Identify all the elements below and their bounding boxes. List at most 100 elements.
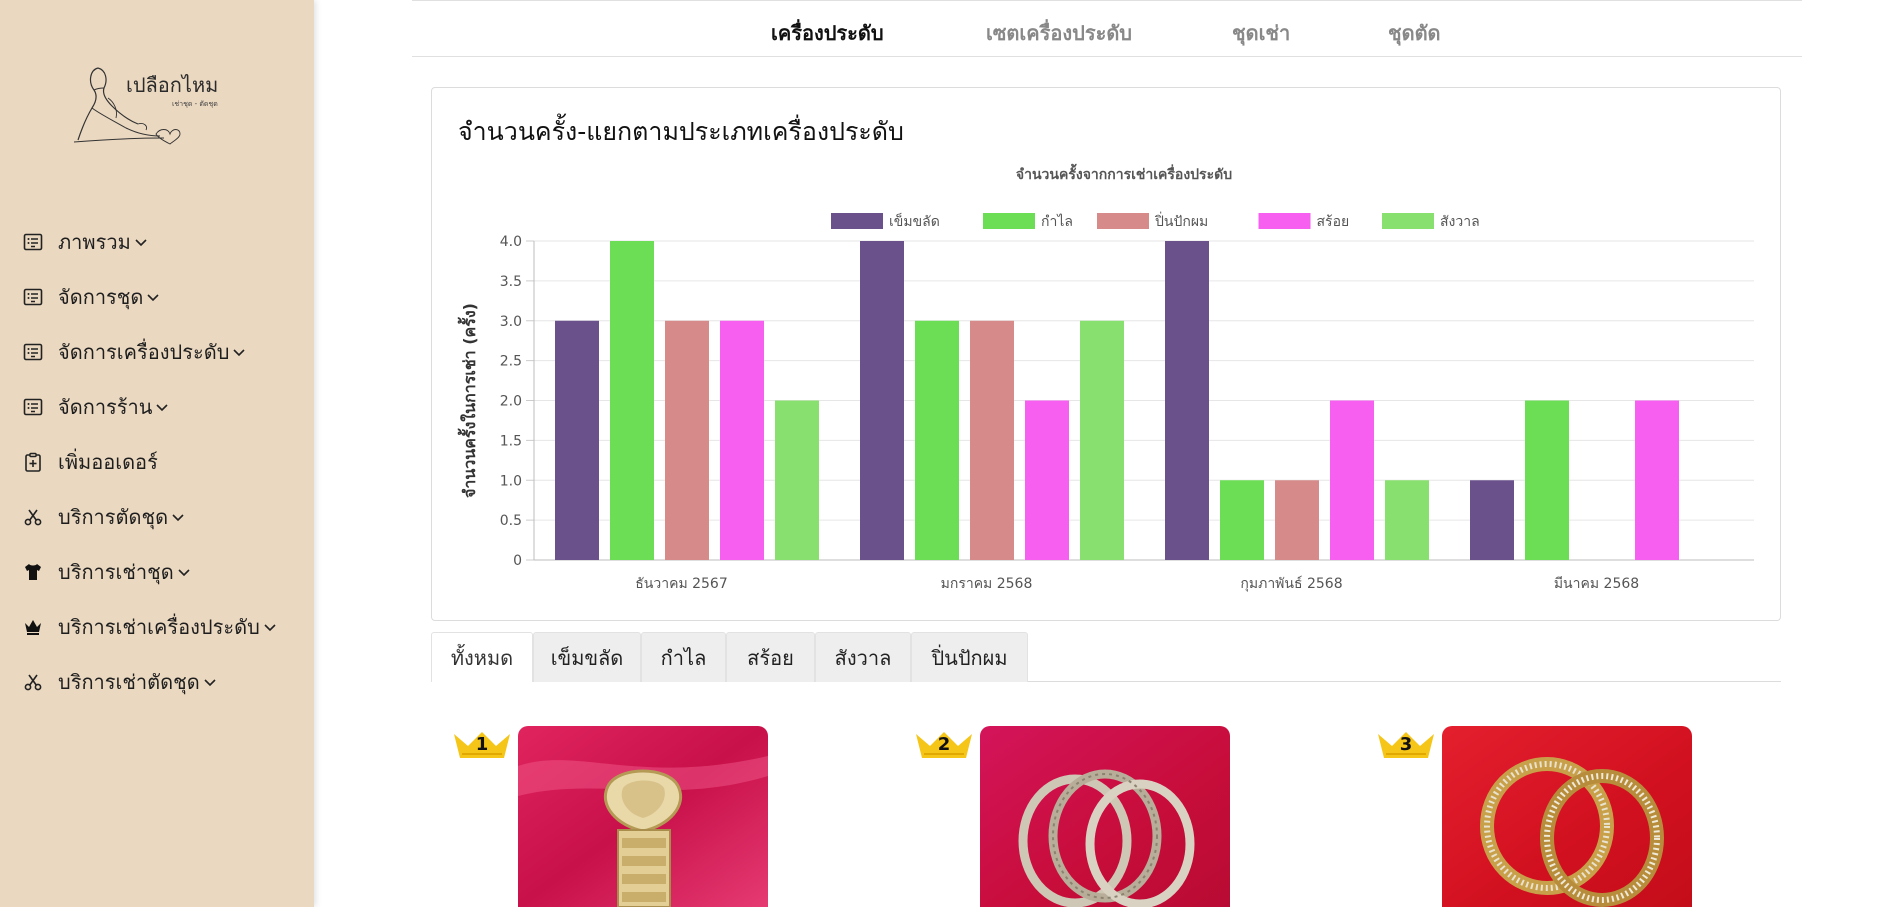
product-image[interactable] <box>518 726 768 907</box>
sidebar-item-rent-tailoring-service[interactable]: บริการเช่าตัดชุด <box>0 654 314 709</box>
sidebar-item-jewelry-rental-service[interactable]: บริการเช่าเครื่องประดับ <box>0 599 314 654</box>
bar <box>1220 480 1264 560</box>
bar <box>1275 480 1319 560</box>
filter-tab-sash-chain[interactable]: สังวาล <box>815 632 911 682</box>
sidebar-item-label: บริการเช่าตัดชุด <box>58 669 200 694</box>
chevron-down-icon <box>203 675 217 689</box>
legend-label: สร้อย <box>1317 214 1350 230</box>
svg-text:เช่าชุด - ตัดชุด: เช่าชุด - ตัดชุด <box>172 100 218 108</box>
y-tick-label: 3.5 <box>500 274 522 290</box>
filter-tab-belt[interactable]: เข็มขลัด <box>533 632 641 682</box>
chevron-down-icon <box>134 235 148 249</box>
bar <box>1080 320 1124 560</box>
rank-number: 2 <box>937 734 951 755</box>
chart-card: จำนวนครั้ง-แยกตามประเภทเครื่องประดับ จำน… <box>431 87 1781 621</box>
chevron-down-icon <box>171 510 185 524</box>
legend-swatch <box>1258 213 1311 229</box>
chevron-down-icon <box>177 565 191 579</box>
tab-jewelry[interactable]: เครื่องประดับ <box>771 17 884 49</box>
brand-logo[interactable]: เปลือกไหม เช่าชุด - ตัดชุด <box>68 58 248 148</box>
filter-tabs: ทั้งหมด เข็มขลัด กำไล สร้อย สังวาล ปิ่นป… <box>431 632 1781 682</box>
sidebar-item-label: จัดการร้าน <box>58 394 153 419</box>
legend-swatch <box>983 213 1035 229</box>
sidebar-item-manage-shop[interactable]: จัดการร้าน <box>0 379 314 434</box>
y-tick-label: 1.0 <box>500 473 522 489</box>
y-axis-label: จำนวนครั้งในการเช่า (ครั้ง) <box>457 303 479 498</box>
brand-logo-drawing: เปลือกไหม เช่าชุด - ตัดชุด <box>73 67 218 145</box>
tab-jewelry-sets[interactable]: เซตเครื่องประดับ <box>986 17 1132 49</box>
bar <box>775 400 819 560</box>
product-image[interactable] <box>1442 726 1692 907</box>
bar <box>610 241 654 560</box>
bar <box>555 320 599 560</box>
legend-swatch <box>831 213 883 229</box>
product-image[interactable] <box>980 726 1230 907</box>
crown-icon <box>22 616 44 638</box>
bar <box>1385 480 1429 560</box>
x-tick-label: มีนาคม 2568 <box>1554 576 1639 592</box>
filter-tab-all[interactable]: ทั้งหมด <box>431 632 533 682</box>
bar <box>720 320 764 560</box>
bar <box>1635 400 1679 560</box>
rank-number: 3 <box>1399 734 1413 755</box>
sidebar-item-label: ภาพรวม <box>58 229 131 254</box>
sidebar-nav: ภาพรวม จัดการชุด จัดการเครื่องประดับ จัด… <box>0 214 314 709</box>
sidebar-item-label: เพิ่มออเดอร์ <box>58 449 158 474</box>
filter-tab-necklace[interactable]: สร้อย <box>726 632 815 682</box>
tshirt-icon <box>22 561 44 583</box>
sidebar-item-add-order[interactable]: เพิ่มออเดอร์ <box>0 434 314 489</box>
chart-container: จำนวนครั้งจากการเช่าเครื่องประดับ เข็มขลั… <box>432 158 1780 618</box>
sidebar-item-label: บริการเช่าเครื่องประดับ <box>58 614 260 639</box>
filter-tab-hairpin[interactable]: ปิ่นปักผม <box>911 632 1028 682</box>
x-tick-label: กุมภาพันธ์ 2568 <box>1240 575 1342 592</box>
card-title: จำนวนครั้ง-แยกตามประเภทเครื่องประดับ <box>458 117 904 146</box>
y-tick-label: 0 <box>513 553 522 569</box>
bar <box>970 320 1014 560</box>
sidebar-item-label: จัดการชุด <box>58 284 144 309</box>
sidebar-item-label: บริการเช่าชุด <box>58 559 174 584</box>
legend-swatch <box>1382 213 1434 229</box>
rank-number: 1 <box>475 734 489 755</box>
bar-chart: จำนวนครั้งจากการเช่าเครื่องประดับเข็มขลั… <box>457 163 1754 592</box>
sidebar-item-label: บริการตัดชุด <box>58 504 169 529</box>
list-icon <box>22 341 44 363</box>
legend-swatch <box>1097 213 1149 229</box>
chevron-down-icon <box>146 290 160 304</box>
bar <box>1025 400 1069 560</box>
bar <box>860 241 904 560</box>
list-icon <box>22 231 44 253</box>
rank-badge: 3 <box>1376 730 1436 760</box>
filter-tab-bangle[interactable]: กำไล <box>641 632 726 682</box>
list-icon <box>22 286 44 308</box>
sidebar-item-outfit-rental-service[interactable]: บริการเช่าชุด <box>0 544 314 599</box>
bar <box>915 320 959 560</box>
sidebar: เปลือกไหม เช่าชุด - ตัดชุด ภาพรวม จัดการ… <box>0 0 314 907</box>
sidebar-item-label: จัดการเครื่องประดับ <box>58 339 230 364</box>
tab-rental-outfits[interactable]: ชุดเช่า <box>1232 17 1290 49</box>
sidebar-item-manage-outfits[interactable]: จัดการชุด <box>0 269 314 324</box>
product-card[interactable]: 1 <box>452 726 768 907</box>
product-card[interactable]: 3 <box>1376 726 1692 907</box>
app-root: เปลือกไหม เช่าชุด - ตัดชุด ภาพรวม จัดการ… <box>0 0 1890 907</box>
sidebar-item-tailoring-service[interactable]: บริการตัดชุด <box>0 489 314 544</box>
y-tick-label: 4.0 <box>500 234 522 250</box>
chevron-down-icon <box>232 345 246 359</box>
y-tick-label: 1.5 <box>500 433 522 449</box>
bar <box>1330 400 1374 560</box>
y-tick-label: 3.0 <box>500 314 522 330</box>
y-tick-label: 2.0 <box>500 394 522 410</box>
bar <box>665 320 709 560</box>
y-tick-label: 2.5 <box>500 354 522 370</box>
chevron-down-icon <box>263 620 277 634</box>
top-nav: เครื่องประดับ เซตเครื่องประดับ ชุดเช่า ช… <box>412 0 1802 57</box>
legend-label: ปิ่นปักผม <box>1155 212 1209 230</box>
sidebar-item-manage-jewelry[interactable]: จัดการเครื่องประดับ <box>0 324 314 379</box>
x-tick-label: มกราคม 2568 <box>941 576 1033 592</box>
tab-tailored-outfits[interactable]: ชุดตัด <box>1388 17 1441 49</box>
scissors-icon <box>22 506 44 528</box>
legend-label: สังวาล <box>1440 214 1480 230</box>
product-card[interactable]: 2 <box>914 726 1230 907</box>
bar <box>1165 241 1209 560</box>
sidebar-item-overview[interactable]: ภาพรวม <box>0 214 314 269</box>
chevron-down-icon <box>155 400 169 414</box>
